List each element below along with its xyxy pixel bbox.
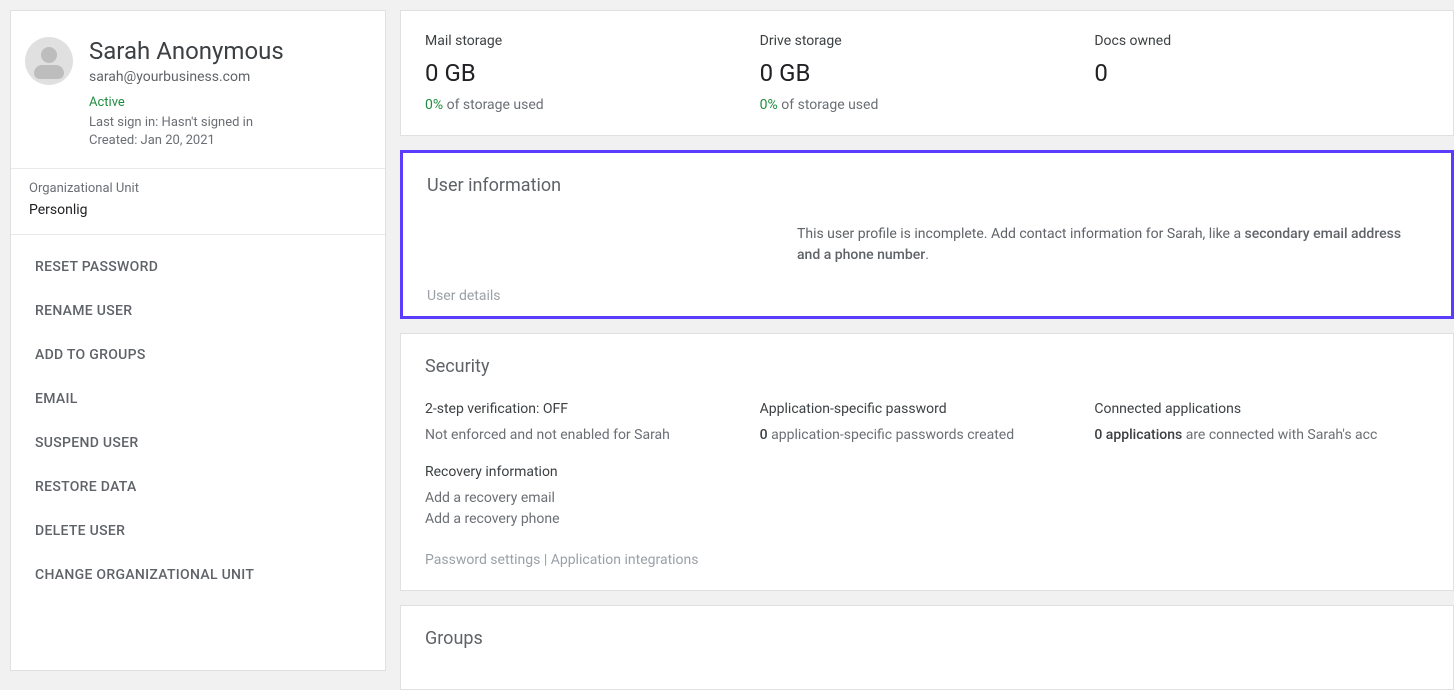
twostep-label: 2-step verification: <box>425 401 543 417</box>
org-unit-value: Personlig <box>29 202 367 218</box>
connected-title: Connected applications <box>1094 401 1429 417</box>
action-delete-user[interactable]: DELETE USER <box>11 509 385 553</box>
storage-row: Mail storage 0 GB 0% of storage used Dri… <box>425 33 1429 113</box>
user-information-spacer <box>427 224 797 266</box>
action-restore-data[interactable]: RESTORE DATA <box>11 465 385 509</box>
security-col-app-pw: Application-specific password 0 applicat… <box>760 401 1095 530</box>
user-details-link[interactable]: User details <box>427 288 1427 304</box>
action-suspend-user[interactable]: SUSPEND USER <box>11 421 385 465</box>
groups-card[interactable]: Groups <box>400 605 1454 690</box>
security-card[interactable]: Security 2-step verification: OFF Not en… <box>400 333 1454 591</box>
mail-storage-value: 0 GB <box>425 59 760 87</box>
security-grid: 2-step verification: OFF Not enforced an… <box>425 401 1429 530</box>
drive-storage: Drive storage 0 GB 0% of storage used <box>760 33 1095 113</box>
app-pw-desc: 0 application-specific passwords created <box>760 425 1095 446</box>
user-actions: RESET PASSWORD RENAME USER ADD TO GROUPS… <box>11 235 385 607</box>
userinfo-msg-post: . <box>925 247 929 263</box>
recovery-block: Recovery information Add a recovery emai… <box>425 464 760 530</box>
mail-storage: Mail storage 0 GB 0% of storage used <box>425 33 760 113</box>
docs-owned: Docs owned 0 <box>1094 33 1429 113</box>
action-change-org-unit[interactable]: CHANGE ORGANIZATIONAL UNIT <box>11 553 385 597</box>
user-name: Sarah Anonymous <box>89 37 284 65</box>
security-col-twostep: 2-step verification: OFF Not enforced an… <box>425 401 760 530</box>
user-status: Active <box>89 95 284 110</box>
action-reset-password[interactable]: RESET PASSWORD <box>11 245 385 289</box>
action-add-to-groups[interactable]: ADD TO GROUPS <box>11 333 385 377</box>
drive-storage-value: 0 GB <box>760 59 1095 87</box>
user-information-message: This user profile is incomplete. Add con… <box>797 224 1427 266</box>
user-information-body: This user profile is incomplete. Add con… <box>427 224 1427 266</box>
user-header: Sarah Anonymous sarah@yourbusiness.com A… <box>11 11 385 169</box>
twostep-heading: 2-step verification: OFF <box>425 401 760 417</box>
org-unit-label: Organizational Unit <box>29 181 367 196</box>
user-created: Created: Jan 20, 2021 <box>89 132 284 150</box>
org-unit-section[interactable]: Organizational Unit Personlig <box>11 169 385 235</box>
mail-storage-pct: 0% <box>425 97 443 113</box>
user-header-text: Sarah Anonymous sarah@yourbusiness.com A… <box>89 37 284 150</box>
mail-storage-sub: 0% of storage used <box>425 97 760 113</box>
drive-storage-sub-text: of storage used <box>778 97 879 113</box>
app-pw-count: 0 <box>760 427 768 443</box>
storage-card[interactable]: Mail storage 0 GB 0% of storage used Dri… <box>400 10 1454 136</box>
security-col-connected: Connected applications 0 applications ar… <box>1094 401 1429 530</box>
user-information-title: User information <box>427 175 1427 196</box>
page-root: Sarah Anonymous sarah@yourbusiness.com A… <box>0 0 1454 681</box>
avatar <box>25 37 73 85</box>
security-footer-links[interactable]: Password settings | Application integrat… <box>425 552 1429 568</box>
user-information-card[interactable]: User information This user profile is in… <box>400 150 1454 319</box>
drive-storage-label: Drive storage <box>760 33 1095 49</box>
user-sidebar: Sarah Anonymous sarah@yourbusiness.com A… <box>10 10 386 671</box>
groups-title: Groups <box>425 628 1429 649</box>
mail-storage-sub-text: of storage used <box>443 97 544 113</box>
user-last-signin: Last sign in: Hasn't signed in <box>89 114 284 132</box>
connected-desc: 0 applications are connected with Sarah'… <box>1094 425 1429 446</box>
connected-count: 0 applications <box>1094 427 1182 443</box>
mail-storage-label: Mail storage <box>425 33 760 49</box>
recovery-email-link[interactable]: Add a recovery email <box>425 488 760 509</box>
drive-storage-pct: 0% <box>760 97 778 113</box>
twostep-desc: Not enforced and not enabled for Sarah <box>425 425 760 446</box>
action-email[interactable]: EMAIL <box>11 377 385 421</box>
userinfo-msg-pre: This user profile is incomplete. Add con… <box>797 226 1245 242</box>
main-content: Mail storage 0 GB 0% of storage used Dri… <box>400 10 1454 671</box>
twostep-value: OFF <box>543 401 568 417</box>
docs-owned-label: Docs owned <box>1094 33 1429 49</box>
user-email: sarah@yourbusiness.com <box>89 69 284 85</box>
security-title: Security <box>425 356 1429 377</box>
app-pw-title: Application-specific password <box>760 401 1095 417</box>
recovery-title: Recovery information <box>425 464 760 480</box>
action-rename-user[interactable]: RENAME USER <box>11 289 385 333</box>
docs-owned-value: 0 <box>1094 59 1429 87</box>
drive-storage-sub: 0% of storage used <box>760 97 1095 113</box>
app-pw-desc-text: application-specific passwords created <box>768 427 1014 443</box>
connected-desc-text: are connected with Sarah's acc <box>1182 427 1377 443</box>
recovery-phone-link[interactable]: Add a recovery phone <box>425 509 760 530</box>
